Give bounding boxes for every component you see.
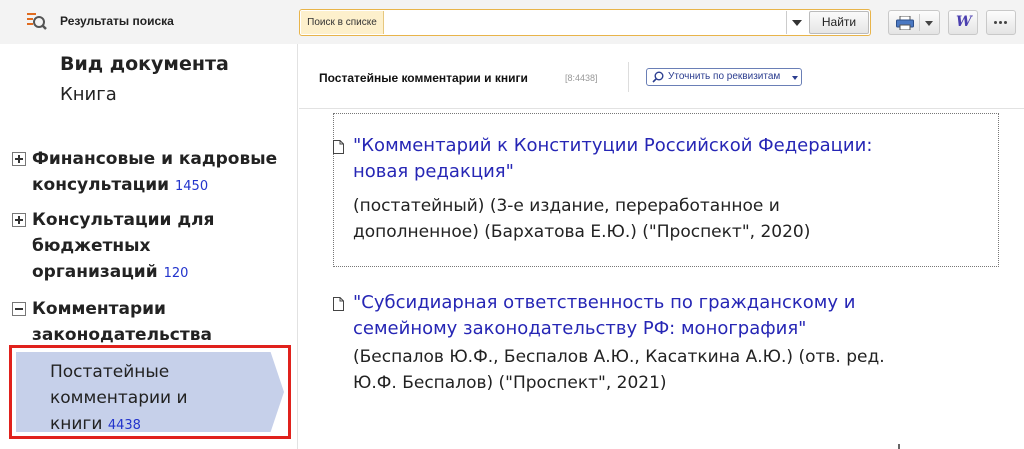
find-button[interactable]: Найти [809,11,869,34]
print-button-separator [919,14,920,31]
chevron-down-icon[interactable] [925,21,933,26]
refine-by-details-button[interactable]: Уточнить по реквизитам [646,68,802,86]
document-title-link[interactable]: "Комментарий к Конституции Российской Фе… [353,133,993,185]
search-history-dropdown[interactable] [786,11,807,34]
export-word-button[interactable]: W [948,10,978,35]
document-description: (постатейный) (3-е издание, переработанн… [353,196,811,242]
document-title-link[interactable]: "Субсидиарная ответственность по граждан… [353,290,993,342]
document-icon [333,140,344,154]
collapse-minus-icon[interactable] [12,302,26,316]
magnifier-icon [652,71,664,83]
expand-plus-icon[interactable] [12,152,26,166]
tree-item-label: Финансовые и кадровые консультации 1450 [32,149,278,195]
filter-value: Книга [60,84,117,105]
search-input[interactable] [386,11,786,34]
chevron-down-icon [792,76,798,80]
printer-icon [896,16,914,30]
search-scope-label: Поиск в списке [301,11,384,34]
scroll-indicator [898,444,900,449]
tree-item-label: Консультации для бюджетных организаций 1… [32,210,215,282]
word-export-icon: W [956,14,972,30]
selected-item-highlight: Постатейные комментарии и книги 4438 [9,345,291,439]
more-dots-icon [994,21,1008,25]
search-results-icon[interactable] [26,10,48,32]
tree-item-count: 4438 [107,418,141,433]
results-title[interactable]: Результаты поиска [60,14,174,28]
tree-item-count: 1450 [175,179,209,194]
filter-heading: Вид документа [60,53,229,75]
section-title: Постатейные комментарии и книги [319,71,528,85]
header-divider [628,62,629,92]
tree-item-label: Комментарии законодательства [32,299,212,345]
section-count: [8:4438] [565,73,598,83]
more-options-button[interactable] [986,10,1016,35]
tree-item-selected-label[interactable]: Постатейные комментарии и книги 4438 [50,359,188,439]
print-button[interactable] [888,10,940,35]
document-icon [333,297,344,311]
document-description: (Беспалов Ю.Ф., Беспалов А.Ю., Касаткина… [353,347,885,393]
expand-plus-icon[interactable] [12,213,26,227]
tree-item-count: 120 [163,266,189,281]
